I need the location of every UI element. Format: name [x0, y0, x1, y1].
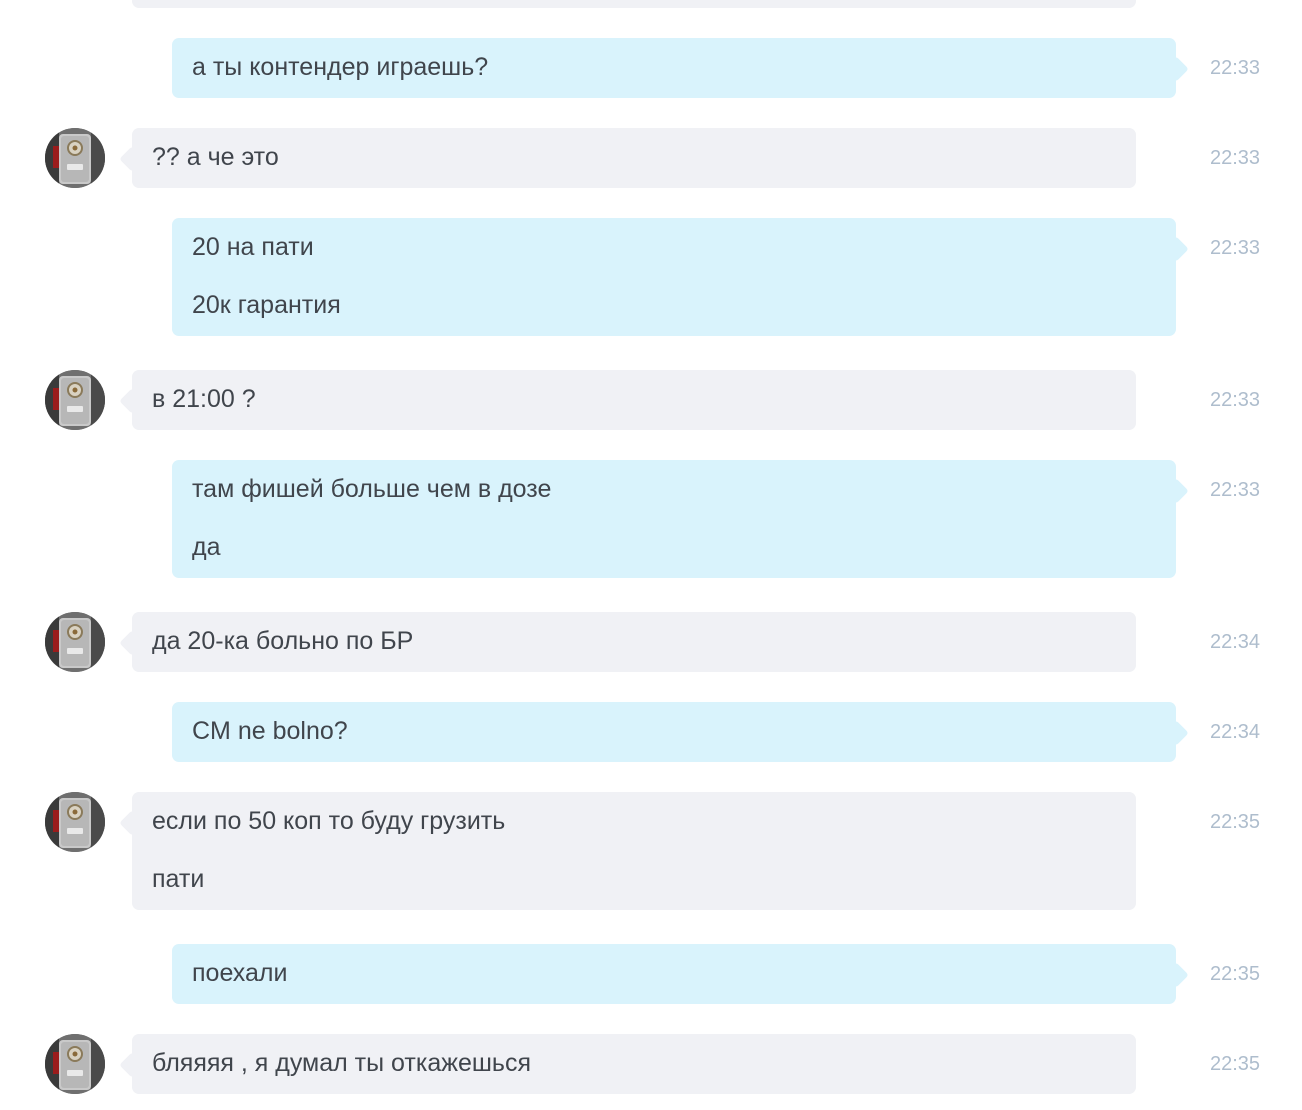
message-bubble[interactable]: а ты контендер играешь?: [172, 38, 1176, 98]
message-bubble[interactable]: ?? а че это: [132, 128, 1136, 188]
message-text: в 21:00 ?: [152, 385, 256, 413]
message-bubble[interactable]: если по 50 коп то буду грузить пати: [132, 792, 1136, 910]
message-bubble[interactable]: там фишей больше чем в дозе да: [172, 460, 1176, 578]
outgoing-message: CM ne bolno? 22:34: [0, 702, 1302, 762]
message-thread: а ты контендер играешь? 22:33 ?? а че это 2…: [0, 0, 1302, 1110]
message-text: там фишей больше чем в дозе: [192, 475, 552, 503]
message-text: 20к гарантия: [192, 291, 341, 319]
message-text: да: [192, 533, 221, 561]
message-time: 22:35: [1210, 811, 1261, 833]
message-time: 22:34: [1210, 721, 1261, 743]
message-text: бляяяя , я думал ты откажешься: [152, 1049, 531, 1077]
message-text: а ты контендер играешь?: [192, 53, 489, 81]
avatar-photo-icon[interactable]: [45, 1034, 105, 1094]
message-bubble[interactable]: поехали: [172, 944, 1176, 1004]
message-time: 22:33: [1210, 147, 1261, 169]
incoming-message: в 21:00 ? 22:33: [0, 370, 1302, 430]
message-time: 22:35: [1210, 1053, 1261, 1075]
message-time: 22:33: [1210, 237, 1261, 259]
message-time: 22:33: [1210, 389, 1261, 411]
message-text: ?? а че это: [152, 143, 279, 171]
avatar-photo-icon[interactable]: [45, 612, 105, 672]
message-text: 20 на пати: [192, 233, 314, 261]
message-bubble[interactable]: 20 на пати 20к гарантия: [172, 218, 1176, 336]
outgoing-message: 20 на пати 20к гарантия 22:33: [0, 218, 1302, 336]
message-text: да 20-ка больно по БР: [152, 627, 414, 655]
message-bubble[interactable]: в 21:00 ?: [132, 370, 1136, 430]
avatar-photo-icon[interactable]: [45, 128, 105, 188]
incoming-message: ?? а че это 22:33: [0, 128, 1302, 188]
message-text: если по 50 коп то буду грузить: [152, 807, 506, 835]
previous-message-bubble: [132, 0, 1136, 8]
message-text: поехали: [192, 959, 288, 987]
message-time: 22:35: [1210, 963, 1261, 985]
incoming-message: если по 50 коп то буду грузить пати 22:35: [0, 792, 1302, 910]
message-text: пати: [152, 865, 205, 893]
message-time: 22:33: [1210, 479, 1261, 501]
incoming-message: бляяяя , я думал ты откажешься 22:35: [0, 1034, 1302, 1094]
message-bubble[interactable]: да 20-ка больно по БР: [132, 612, 1136, 672]
message-time: 22:33: [1210, 57, 1261, 79]
outgoing-message: а ты контендер играешь? 22:33: [0, 38, 1302, 98]
message-bubble[interactable]: CM ne bolno?: [172, 702, 1176, 762]
avatar-photo-icon[interactable]: [45, 370, 105, 430]
message-text: CM ne bolno?: [192, 717, 348, 745]
message-time: 22:34: [1210, 631, 1261, 653]
incoming-message: да 20-ка больно по БР 22:34: [0, 612, 1302, 672]
outgoing-message: там фишей больше чем в дозе да 22:33: [0, 460, 1302, 578]
outgoing-message: поехали 22:35: [0, 944, 1302, 1004]
avatar-photo-icon[interactable]: [45, 792, 105, 852]
message-bubble[interactable]: бляяяя , я думал ты откажешься: [132, 1034, 1136, 1094]
